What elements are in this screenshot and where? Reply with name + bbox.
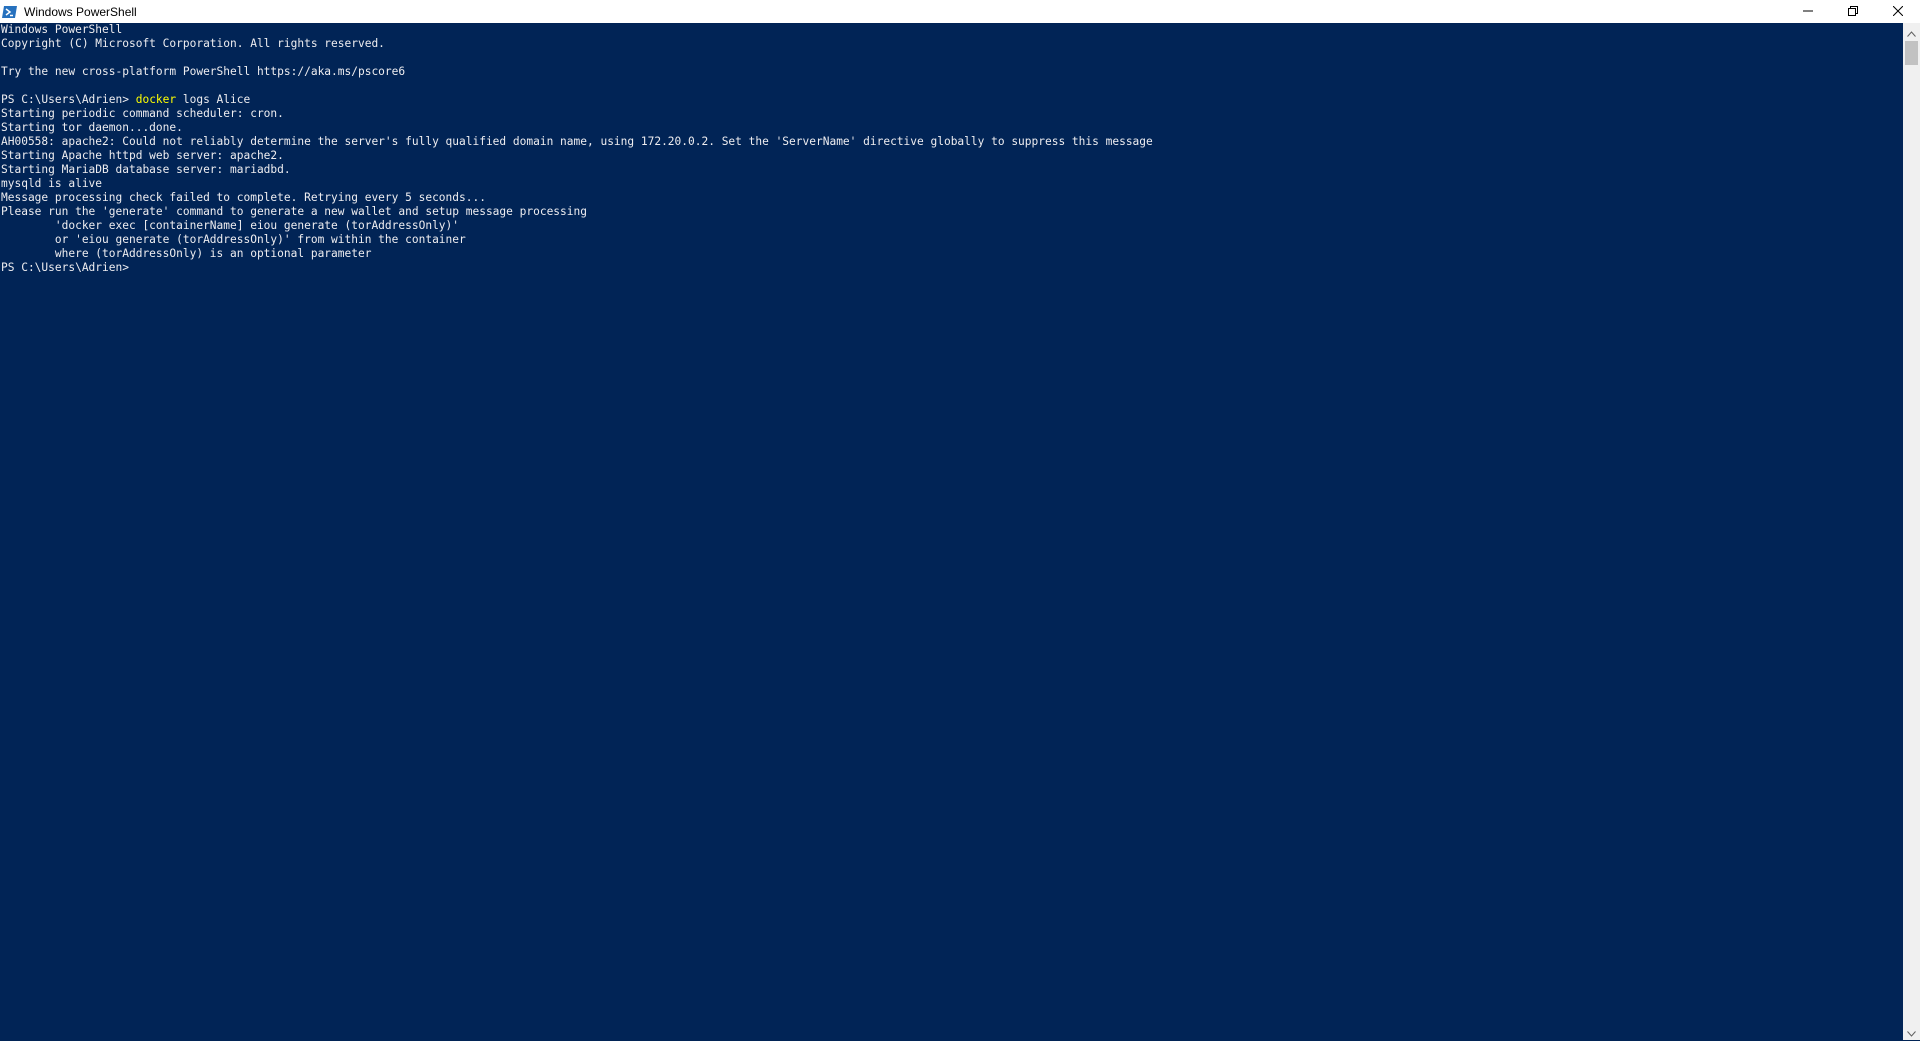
scroll-thumb[interactable] <box>1905 41 1918 65</box>
close-icon <box>1892 5 1903 19</box>
terminal-line: Starting Apache httpd web server: apache… <box>1 149 284 162</box>
chevron-down-icon <box>1907 1022 1916 1041</box>
minimize-icon <box>1802 5 1813 19</box>
terminal-line: Copyright (C) Microsoft Corporation. All… <box>1 37 385 50</box>
minimize-button[interactable] <box>1785 0 1830 23</box>
terminal-line: 'docker exec [containerName] eiou genera… <box>1 219 460 232</box>
command-args: logs Alice <box>176 93 251 106</box>
terminal-line: Message processing check failed to compl… <box>1 191 486 204</box>
terminal-line: Please run the 'generate' command to gen… <box>1 205 587 218</box>
chevron-up-icon <box>1907 22 1916 41</box>
command-line: PS C:\Users\Adrien> docker logs Alice <box>1 93 1903 107</box>
terminal-line: AH00558: apache2: Could not reliably det… <box>1 135 1153 148</box>
window-controls <box>1785 0 1920 23</box>
close-button[interactable] <box>1875 0 1920 23</box>
powershell-icon[interactable] <box>2 4 18 20</box>
terminal-line: Starting periodic command scheduler: cro… <box>1 107 284 120</box>
terminal-line: Windows PowerShell <box>1 23 123 36</box>
terminal-output[interactable]: Windows PowerShell Copyright (C) Microso… <box>0 23 1903 1040</box>
restore-button[interactable] <box>1830 0 1875 23</box>
scroll-down-button[interactable] <box>1903 1023 1920 1040</box>
terminal-line: Try the new cross-platform PowerShell ht… <box>1 65 406 78</box>
terminal-line: mysqld is alive <box>1 177 103 190</box>
powershell-window: Windows PowerShell Windows PowerShell Co… <box>0 0 1920 1040</box>
scroll-up-button[interactable] <box>1903 23 1920 40</box>
terminal-line: where (torAddressOnly) is an optional pa… <box>1 247 372 260</box>
window-title: Windows PowerShell <box>24 4 137 19</box>
prompt-text: PS C:\Users\Adrien> <box>1 93 136 106</box>
command-name: docker <box>135 93 177 106</box>
terminal-line: Starting tor daemon...done. <box>1 121 183 134</box>
terminal-line: Starting MariaDB database server: mariad… <box>1 163 291 176</box>
vertical-scrollbar[interactable] <box>1903 23 1920 1040</box>
title-bar[interactable]: Windows PowerShell <box>0 0 1920 23</box>
restore-icon <box>1847 5 1858 19</box>
current-prompt[interactable]: PS C:\Users\Adrien> <box>1 261 1903 275</box>
terminal-line: or 'eiou generate (torAddressOnly)' from… <box>1 233 466 246</box>
